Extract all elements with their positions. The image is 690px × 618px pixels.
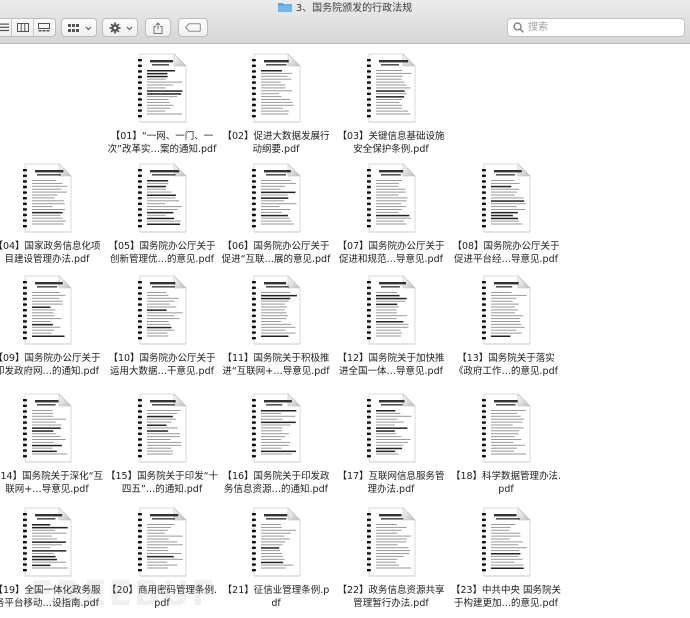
file-name-label: 【01】“一网、一门、一次”改革实…案的通知.pdf [107, 131, 217, 155]
pdf-file-icon [252, 163, 301, 233]
file-name-label: 【03】关键信息基础设施安全保护条例.pdf [337, 131, 445, 155]
file-item[interactable]: 【17】互联网信息服务管理办法.pdf [335, 388, 447, 498]
file-item[interactable]: 【02】促进大数据发展行动纲要.pdf [220, 48, 332, 158]
file-item[interactable]: 【09】国务院办公厅关于印发政府网…的通知.pdf [0, 270, 103, 380]
view-mode-control [0, 18, 56, 37]
file-name-label: 【08】国务院办公厅关于促进平台经…导意见.pdf [452, 241, 560, 265]
pdf-file-icon [252, 507, 301, 577]
file-name-label: 【06】国务院办公厅关于促进“互联…展的意见.pdf [221, 241, 331, 265]
file-name-label: 【21】征信业管理条例.pdf [222, 585, 330, 609]
pdf-file-icon [23, 507, 72, 577]
file-name-label: 【10】国务院办公厅关于运用大数据…干意见.pdf [108, 353, 216, 377]
file-name-label: 【22】政务信息资源共享管理暂行办法.pdf [337, 585, 445, 609]
pdf-file-icon [138, 393, 187, 463]
file-item[interactable]: 【23】中共中央 国务院关于构建更加…的意见.pdf [450, 502, 562, 612]
share-button[interactable] [145, 18, 171, 37]
window-titlebar: 3、国务院颁发的行政法规 [0, 0, 690, 44]
tag-button[interactable] [178, 18, 208, 37]
gear-icon [109, 22, 133, 33]
file-item[interactable]: 【15】国务院关于印发“十四五”…的通知.pdf [106, 388, 218, 498]
pdf-file-icon [23, 393, 72, 463]
file-name-label: 【04】国家政务信息化项目建设管理办法.pdf [0, 241, 101, 265]
file-grid: 【01】“一网、一门、一次”改革实…案的通知.pdf 【02】促进大数据发展行动… [0, 44, 690, 618]
folder-icon [278, 2, 292, 12]
file-name-label: 【18】科学数据管理办法.pdf [450, 471, 562, 495]
pdf-file-icon [252, 275, 301, 345]
file-item[interactable]: 【04】国家政务信息化项目建设管理办法.pdf [0, 158, 103, 268]
pdf-file-icon [138, 275, 187, 345]
window-title: 3、国务院颁发的行政法规 [295, 3, 413, 14]
file-item[interactable]: 【11】国务院关于积极推进“互联网+…导意见.pdf [220, 270, 332, 380]
pdf-file-icon [138, 53, 187, 123]
gallery-view-icon [38, 23, 51, 32]
file-item[interactable]: 【03】关键信息基础设施安全保护条例.pdf [335, 48, 447, 158]
pdf-file-icon [482, 507, 531, 577]
column-view-button[interactable] [12, 19, 34, 36]
pdf-file-icon [138, 163, 187, 233]
file-name-label: 【09】国务院办公厅关于印发政府网…的通知.pdf [0, 353, 101, 377]
file-item[interactable]: 【06】国务院办公厅关于促进“互联…展的意见.pdf [220, 158, 332, 268]
pdf-file-icon [252, 53, 301, 123]
file-item[interactable]: 【22】政务信息资源共享管理暂行办法.pdf [335, 502, 447, 612]
file-name-label: 【14】国务院关于深化“互联网+…导意见.pdf [0, 471, 104, 495]
search-icon [513, 22, 524, 33]
search-input[interactable] [528, 20, 678, 35]
file-name-label: 【20】商用密码管理条例.pdf [106, 585, 218, 609]
grid-group-icon [68, 23, 92, 32]
file-item[interactable]: 【14】国务院关于深化“互联网+…导意见.pdf [0, 388, 103, 498]
group-by-button[interactable] [61, 18, 97, 37]
tag-icon [185, 23, 201, 32]
list-view-icon [0, 23, 10, 32]
window-title-wrap: 3、国务院颁发的行政法规 [0, 2, 690, 16]
file-item[interactable]: 【01】“一网、一门、一次”改革实…案的通知.pdf [106, 48, 218, 158]
search-box[interactable] [507, 18, 685, 37]
file-name-label: 【05】国务院办公厅关于创新管理优…的意见.pdf [108, 241, 216, 265]
pdf-file-icon [367, 507, 416, 577]
pdf-file-icon [482, 275, 531, 345]
file-item[interactable]: 【08】国务院办公厅关于促进平台经…导意见.pdf [450, 158, 562, 268]
file-item[interactable]: 【10】国务院办公厅关于运用大数据…干意见.pdf [106, 270, 218, 380]
gallery-view-button[interactable] [34, 19, 55, 36]
column-view-icon [16, 23, 29, 32]
file-item[interactable]: 【07】国务院办公厅关于促进和规范…导意见.pdf [335, 158, 447, 268]
file-name-label: 【23】中共中央 国务院关于构建更加…的意见.pdf [450, 585, 562, 609]
file-name-label: 【17】互联网信息服务管理办法.pdf [337, 471, 445, 495]
file-item[interactable]: 【12】国务院关于加快推进全国一体…导意见.pdf [335, 270, 447, 380]
file-name-label: 【02】促进大数据发展行动纲要.pdf [222, 131, 330, 155]
file-name-label: 【19】全国一体化政务服务平台移动…设指南.pdf [0, 585, 101, 609]
action-menu-button[interactable] [102, 18, 138, 37]
pdf-file-icon [367, 53, 416, 123]
file-item[interactable]: 【13】国务院关于落实《政府工作…的意见.pdf [450, 270, 562, 380]
share-icon [153, 21, 163, 34]
pdf-file-icon [252, 393, 301, 463]
file-name-label: 【15】国务院关于印发“十四五”…的通知.pdf [106, 471, 219, 495]
file-item[interactable]: 【05】国务院办公厅关于创新管理优…的意见.pdf [106, 158, 218, 268]
file-item[interactable]: 【16】国务院关于印发政务信息资源…的通知.pdf [220, 388, 332, 498]
pdf-file-icon [367, 163, 416, 233]
file-item[interactable]: 【21】征信业管理条例.pdf [220, 502, 332, 612]
pdf-file-icon [367, 275, 416, 345]
file-name-label: 【16】国务院关于印发政务信息资源…的通知.pdf [222, 471, 330, 495]
pdf-file-icon [23, 275, 72, 345]
file-name-label: 【07】国务院办公厅关于促进和规范…导意见.pdf [337, 241, 445, 265]
pdf-file-icon [367, 393, 416, 463]
file-item[interactable]: 【20】商用密码管理条例.pdf [106, 502, 218, 612]
file-item[interactable]: 【18】科学数据管理办法.pdf [450, 388, 562, 498]
file-name-label: 【13】国务院关于落实《政府工作…的意见.pdf [454, 353, 558, 377]
pdf-file-icon [482, 163, 531, 233]
pdf-file-icon [482, 393, 531, 463]
list-view-button[interactable] [0, 19, 13, 36]
pdf-file-icon [138, 507, 187, 577]
file-name-label: 【12】国务院关于加快推进全国一体…导意见.pdf [337, 353, 445, 377]
file-item[interactable]: 【19】全国一体化政务服务平台移动…设指南.pdf [0, 502, 103, 612]
file-name-label: 【11】国务院关于积极推进“互联网+…导意见.pdf [222, 353, 330, 377]
pdf-file-icon [23, 163, 72, 233]
